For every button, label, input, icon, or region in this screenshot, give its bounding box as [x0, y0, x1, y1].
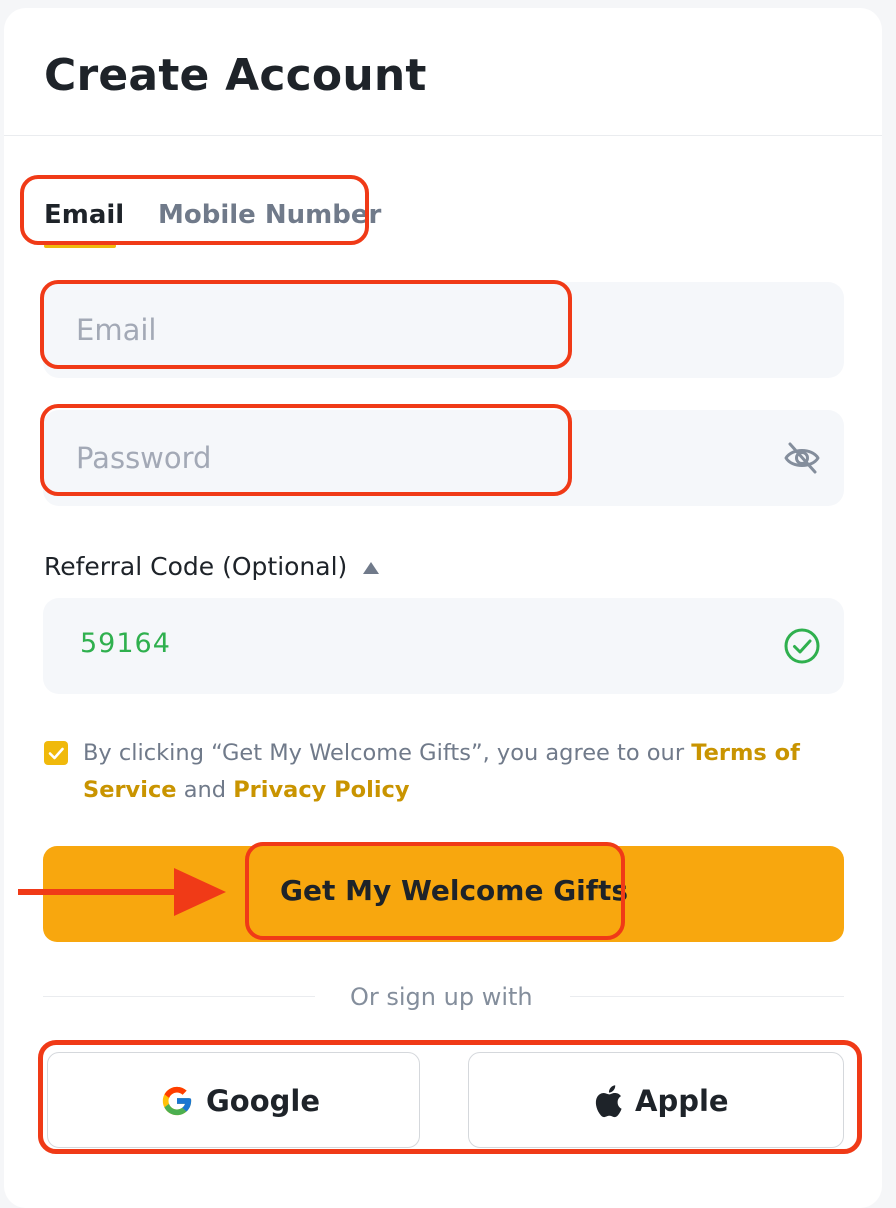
google-button-content: Google	[160, 1083, 320, 1119]
referral-code-input[interactable]: 59164	[80, 628, 171, 659]
eye-slash-icon[interactable]	[782, 438, 822, 478]
header-divider	[4, 135, 882, 136]
terms-checkbox[interactable]	[44, 741, 68, 765]
check-circle-icon	[784, 628, 820, 664]
checkmark-icon	[48, 747, 64, 760]
tab-email[interactable]: Email	[44, 200, 124, 230]
referral-code-toggle[interactable]: Referral Code (Optional)	[44, 552, 347, 581]
arrow-right-icon	[18, 868, 226, 916]
active-tab-underline	[44, 244, 116, 248]
google-signup-button[interactable]: Google	[47, 1052, 420, 1148]
terms-middle: and	[176, 777, 234, 803]
social-divider-text: Or sign up with	[350, 983, 533, 1011]
email-field-container	[43, 282, 844, 378]
terms-prefix: By clicking “Get My Welcome Gifts”, you …	[83, 740, 692, 766]
apple-button-content: Apple	[593, 1083, 729, 1119]
create-account-card: Create Account Email Mobile Number Refer…	[4, 8, 882, 1208]
password-field-container	[43, 410, 844, 506]
page-title: Create Account	[44, 50, 427, 101]
privacy-policy-link[interactable]: Privacy Policy	[233, 777, 409, 803]
divider-right	[570, 996, 844, 997]
get-welcome-gifts-label: Get My Welcome Gifts	[280, 874, 629, 907]
caret-up-icon[interactable]	[362, 561, 380, 575]
referral-field-container: 59164	[43, 598, 844, 694]
terms-text: By clicking “Get My Welcome Gifts”, you …	[83, 735, 853, 809]
apple-label: Apple	[635, 1084, 729, 1118]
divider-left	[43, 996, 315, 997]
google-label: Google	[206, 1084, 321, 1118]
tab-mobile-number[interactable]: Mobile Number	[158, 200, 381, 230]
email-input[interactable]	[76, 282, 756, 378]
apple-icon	[595, 1085, 622, 1118]
password-input[interactable]	[76, 410, 756, 506]
apple-signup-button[interactable]: Apple	[468, 1052, 844, 1148]
google-icon	[162, 1086, 192, 1116]
